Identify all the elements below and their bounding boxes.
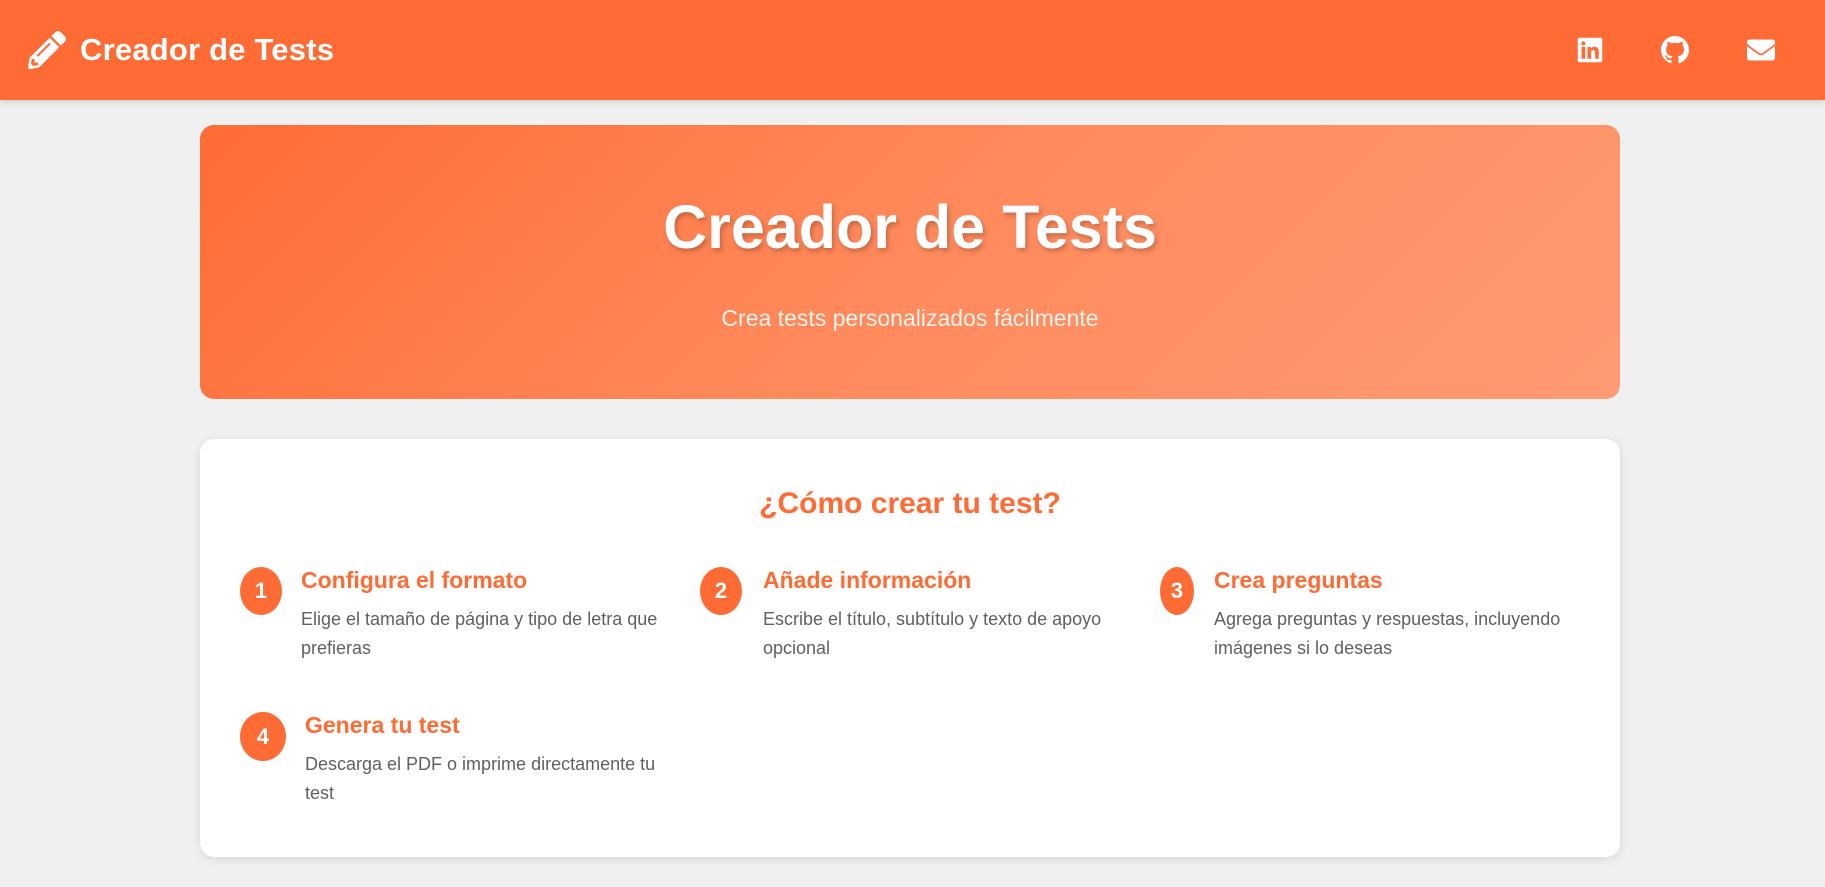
step-3: 3 Crea preguntas Agrega preguntas y resp… — [1160, 567, 1580, 677]
step-title: Crea preguntas — [1214, 567, 1383, 593]
brand-title: Creador de Tests — [80, 32, 335, 67]
step-4: 4 Genera tu test Descarga el PDF o impri… — [240, 712, 660, 822]
step-description: Escribe el título, subtítulo y texto de … — [763, 609, 1102, 658]
hero-subtitle: Crea tests personalizados fácilmente — [721, 305, 1099, 331]
hero-banner: Creador de Tests Crea tests personalizad… — [200, 125, 1620, 399]
github-icon — [1661, 36, 1689, 64]
github-link[interactable] — [1655, 30, 1695, 70]
linkedin-icon — [1576, 36, 1604, 64]
linkedin-link[interactable] — [1570, 30, 1610, 70]
top-navbar: Creador de Tests — [0, 0, 1825, 100]
step-number: 4 — [240, 712, 286, 761]
envelope-icon — [1747, 36, 1775, 64]
email-link[interactable] — [1741, 30, 1781, 70]
step-number: 2 — [700, 567, 742, 615]
step-title: Configura el formato — [301, 567, 528, 593]
step-description: Agrega preguntas y respuestas, incluyend… — [1214, 609, 1561, 658]
step-description: Descarga el PDF o imprime directamente t… — [305, 754, 656, 803]
step-title: Añade información — [763, 567, 972, 593]
step-number: 3 — [1160, 567, 1194, 615]
how-to-card: ¿Cómo crear tu test? 1 Configura el form… — [200, 439, 1620, 857]
hero-title: Creador de Tests — [663, 193, 1157, 261]
step-1: 1 Configura el formato Elige el tamaño d… — [240, 567, 660, 677]
step-number: 1 — [240, 567, 282, 615]
step-2: 2 Añade información Escribe el título, s… — [700, 567, 1120, 677]
step-title: Genera tu test — [305, 712, 460, 738]
pencil-icon — [28, 31, 66, 69]
how-to-title: ¿Cómo crear tu test? — [759, 487, 1061, 520]
step-description: Elige el tamaño de página y tipo de letr… — [301, 609, 658, 658]
brand-link[interactable]: Creador de Tests — [28, 28, 334, 72]
